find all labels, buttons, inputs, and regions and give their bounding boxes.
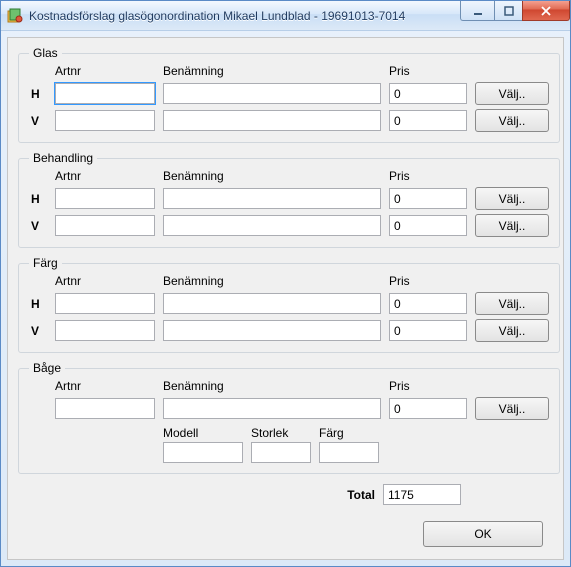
glas-h-valj-button[interactable]: Välj.. [475, 82, 549, 105]
glas-v-pris[interactable] [389, 110, 467, 131]
label-farg: Färg [319, 426, 379, 440]
bage-pris[interactable] [389, 398, 467, 419]
bage-artnr[interactable] [55, 398, 155, 419]
glas-v-benamning[interactable] [163, 110, 381, 131]
window: Kostnadsförslag glasögonordination Mikae… [0, 0, 571, 567]
header-artnr: Artnr [55, 169, 155, 183]
total-value[interactable] [383, 484, 461, 505]
behandling-h-pris[interactable] [389, 188, 467, 209]
farg-h-pris[interactable] [389, 293, 467, 314]
behandling-v-pris[interactable] [389, 215, 467, 236]
close-button[interactable] [522, 1, 570, 21]
window-buttons [460, 1, 570, 21]
farg-h-artnr[interactable] [55, 293, 155, 314]
app-icon [7, 8, 23, 24]
eye-label-v: V [29, 324, 47, 338]
farg-v-benamning[interactable] [163, 320, 381, 341]
header-pris: Pris [389, 379, 467, 393]
glas-h-pris[interactable] [389, 83, 467, 104]
header-benamning: Benämning [163, 379, 381, 393]
header-artnr: Artnr [55, 64, 155, 78]
header-benamning: Benämning [163, 64, 381, 78]
group-glas-legend: Glas [29, 46, 62, 60]
label-storlek: Storlek [251, 426, 311, 440]
eye-label-h: H [29, 297, 47, 311]
header-pris: Pris [389, 274, 467, 288]
farg-v-valj-button[interactable]: Välj.. [475, 319, 549, 342]
total-row: Total [28, 484, 543, 505]
behandling-h-artnr[interactable] [55, 188, 155, 209]
glas-row-v: V Välj.. [29, 109, 549, 132]
titlebar: Kostnadsförslag glasögonordination Mikae… [1, 1, 570, 31]
header-pris: Pris [389, 169, 467, 183]
client-area: Glas Artnr Benämning Pris H Välj.. V [7, 37, 564, 560]
eye-label-v: V [29, 219, 47, 233]
glas-v-valj-button[interactable]: Välj.. [475, 109, 549, 132]
group-farg-legend: Färg [29, 256, 62, 270]
header-artnr: Artnr [55, 379, 155, 393]
eye-label-v: V [29, 114, 47, 128]
farg-row-v: V Välj.. [29, 319, 549, 342]
bage-valj-button[interactable]: Välj.. [475, 397, 549, 420]
maximize-button[interactable] [494, 1, 522, 21]
minimize-button[interactable] [460, 1, 494, 21]
bage-storlek[interactable] [251, 442, 311, 463]
header-benamning: Benämning [163, 169, 381, 183]
behandling-h-valj-button[interactable]: Välj.. [475, 187, 549, 210]
ok-button[interactable]: OK [423, 521, 543, 547]
behandling-row-h: H Välj.. [29, 187, 549, 210]
glas-v-artnr[interactable] [55, 110, 155, 131]
glas-h-artnr[interactable] [55, 83, 155, 104]
behandling-row-v: V Välj.. [29, 214, 549, 237]
bage-benamning[interactable] [163, 398, 381, 419]
behandling-h-benamning[interactable] [163, 188, 381, 209]
farg-v-pris[interactable] [389, 320, 467, 341]
group-bage-legend: Båge [29, 361, 65, 375]
bage-farg[interactable] [319, 442, 379, 463]
bage-modell[interactable] [163, 442, 243, 463]
group-farg: Färg Artnr Benämning Pris H Välj.. V [18, 256, 560, 353]
behandling-v-valj-button[interactable]: Välj.. [475, 214, 549, 237]
eye-label-h: H [29, 87, 47, 101]
group-glas: Glas Artnr Benämning Pris H Välj.. V [18, 46, 560, 143]
glas-h-benamning[interactable] [163, 83, 381, 104]
farg-row-h: H Välj.. [29, 292, 549, 315]
glas-row-h: H Välj.. [29, 82, 549, 105]
header-artnr: Artnr [55, 274, 155, 288]
farg-v-artnr[interactable] [55, 320, 155, 341]
eye-label-h: H [29, 192, 47, 206]
farg-h-valj-button[interactable]: Välj.. [475, 292, 549, 315]
label-modell: Modell [163, 426, 243, 440]
farg-h-benamning[interactable] [163, 293, 381, 314]
behandling-v-benamning[interactable] [163, 215, 381, 236]
window-title: Kostnadsförslag glasögonordination Mikae… [29, 9, 405, 23]
group-behandling-legend: Behandling [29, 151, 97, 165]
header-benamning: Benämning [163, 274, 381, 288]
bage-row: Välj.. [29, 397, 549, 420]
total-label: Total [325, 488, 375, 502]
header-pris: Pris [389, 64, 467, 78]
behandling-v-artnr[interactable] [55, 215, 155, 236]
group-behandling: Behandling Artnr Benämning Pris H Välj..… [18, 151, 560, 248]
group-bage: Båge Artnr Benämning Pris Välj.. Modell … [18, 361, 560, 474]
